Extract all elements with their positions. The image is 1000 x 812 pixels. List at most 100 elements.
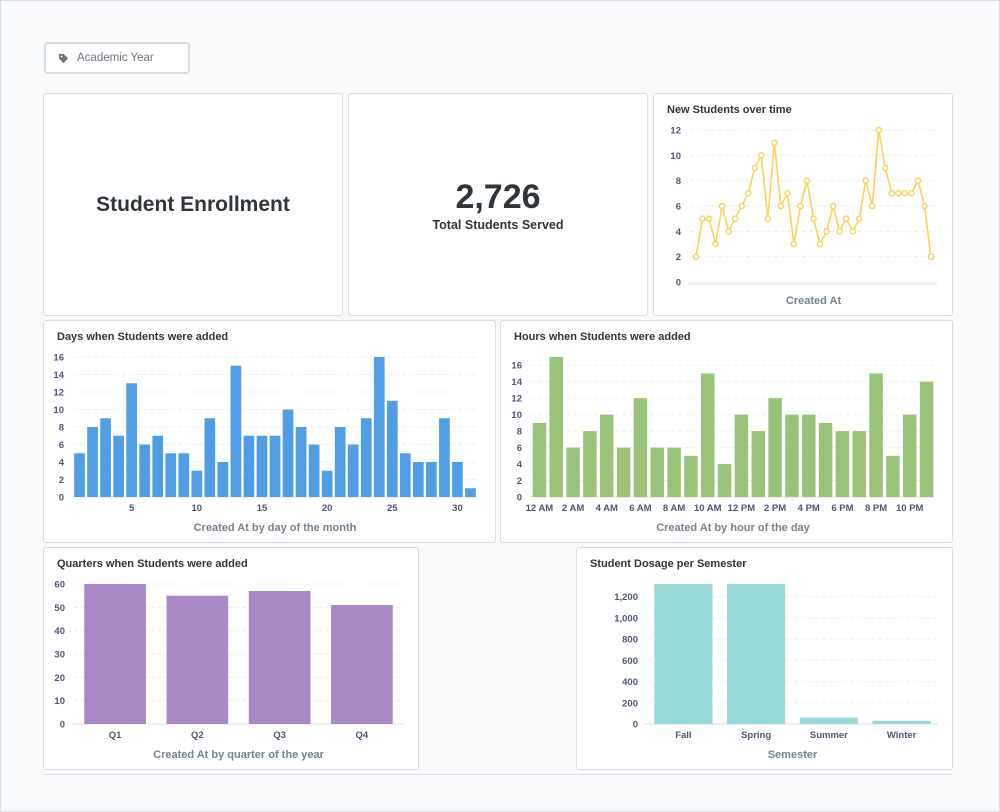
bar[interactable] [282,409,294,498]
bar[interactable] [802,414,816,497]
data-point[interactable] [895,190,902,197]
bar[interactable] [852,431,866,497]
bar[interactable] [269,435,281,497]
bar[interactable] [452,462,463,497]
bar[interactable] [178,453,190,497]
data-point[interactable] [888,190,896,197]
data-point[interactable] [816,240,824,248]
bar[interactable] [165,453,177,497]
data-point[interactable] [738,202,745,210]
bar[interactable] [919,381,934,497]
bar[interactable] [204,418,216,497]
data-point[interactable] [692,253,700,260]
bar[interactable] [532,422,547,497]
bar[interactable] [166,595,229,724]
bar[interactable] [426,462,437,497]
bar[interactable] [331,605,393,724]
bar[interactable] [835,431,850,497]
data-point[interactable] [757,152,765,159]
quarters-x-axis-title[interactable]: Created At by quarter of the year [153,749,324,761]
bar[interactable] [799,717,858,724]
data-point[interactable] [803,177,811,184]
bar[interactable] [230,365,242,497]
bar[interactable] [84,584,146,724]
bar[interactable] [360,418,372,497]
data-point[interactable] [777,202,785,210]
bar[interactable] [74,453,85,497]
data-point[interactable] [790,240,798,248]
bar[interactable] [701,373,715,497]
bar[interactable] [872,720,931,724]
bar[interactable] [87,427,98,497]
data-point[interactable] [868,202,876,210]
bar[interactable] [818,422,833,497]
data-point[interactable] [771,139,778,146]
bar[interactable] [100,418,111,497]
data-point[interactable] [875,126,883,134]
data-point[interactable] [712,240,719,248]
bar[interactable] [684,455,698,497]
bar[interactable] [308,444,320,498]
bar[interactable] [243,435,255,497]
data-point[interactable] [797,202,804,210]
data-point[interactable] [718,202,726,210]
data-point[interactable] [862,177,870,184]
bar[interactable] [717,464,732,497]
bar[interactable] [650,447,664,497]
bar[interactable] [734,414,749,497]
bar[interactable] [727,584,786,724]
data-point[interactable] [744,190,752,197]
new_students-x-axis-title[interactable]: Created At [786,295,842,307]
bar[interactable] [152,435,164,497]
bar[interactable] [347,444,359,498]
bar[interactable] [768,398,782,497]
bar[interactable] [886,455,900,497]
bar[interactable] [126,383,137,497]
data-point[interactable] [842,215,850,222]
data-point[interactable] [914,177,922,184]
total-students-label[interactable]: Total Students Served [432,218,563,232]
bar[interactable] [667,447,681,497]
bar[interactable] [321,470,333,497]
bar[interactable] [256,435,268,497]
bar[interactable] [566,447,580,497]
data-point[interactable] [855,215,863,222]
bar[interactable] [600,414,614,497]
bar[interactable] [399,453,411,497]
data-point[interactable] [751,164,759,172]
data-point[interactable] [882,164,889,172]
dosage-x-axis-title[interactable]: Semester [768,749,818,761]
bar[interactable] [654,584,713,724]
bar[interactable] [903,414,917,497]
academic-year-filter[interactable]: Academic Year [44,42,190,74]
data-point[interactable] [908,190,915,197]
data-point[interactable] [725,228,732,235]
bar[interactable] [785,414,799,497]
data-point[interactable] [921,202,928,210]
bar[interactable] [373,357,385,497]
bar[interactable] [386,400,398,497]
data-point[interactable] [784,190,791,197]
data-point[interactable] [901,190,909,197]
bar[interactable] [217,462,229,497]
days-x-axis-title[interactable]: Created At by day of the month [194,522,357,534]
bar[interactable] [549,357,563,497]
data-point[interactable] [764,215,772,222]
scalar-card[interactable]: 2,726 Total Students Served [348,93,648,316]
data-point[interactable] [927,253,935,260]
bar[interactable] [413,462,424,497]
bar[interactable] [616,447,631,497]
hours-x-axis-title[interactable]: Created At by hour of the day [656,522,810,534]
bar[interactable] [191,470,203,497]
bar[interactable] [334,427,346,497]
bar[interactable] [295,427,307,497]
data-point[interactable] [829,202,837,210]
bar[interactable] [465,488,476,497]
bar[interactable] [583,431,597,497]
data-point[interactable] [849,228,856,235]
bar[interactable] [113,435,124,497]
data-point[interactable] [810,215,817,222]
data-point[interactable] [823,228,830,235]
bar[interactable] [869,373,883,497]
bar[interactable] [751,431,765,497]
